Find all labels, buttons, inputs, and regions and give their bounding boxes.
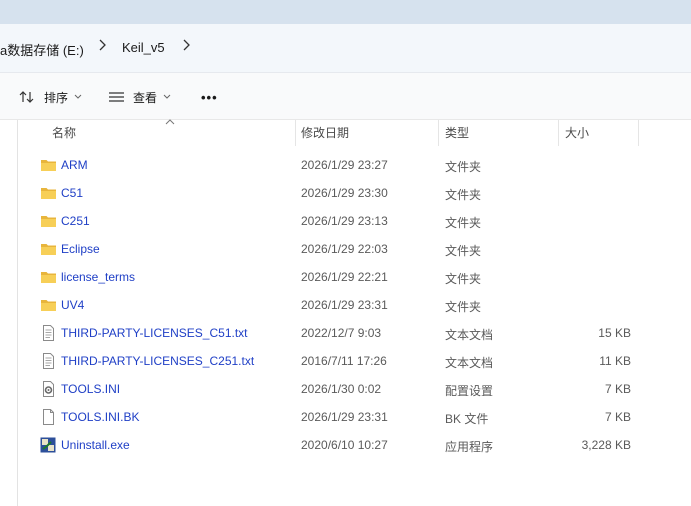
breadcrumb-item-folder[interactable]: Keil_v5 [122,40,165,55]
folder-icon [40,157,57,173]
folder-icon [40,297,57,313]
command-bar: 排序 查看 ••• [0,73,691,120]
chevron-down-icon [74,94,82,99]
file-size: 15 KB [598,326,631,340]
sort-button[interactable]: 排序 [18,85,83,109]
file-type: 文件夹 [445,272,482,286]
file-modified-date: 2026/1/29 23:31 [301,410,388,424]
column-header-type[interactable]: 类型 [445,120,469,146]
address-bar[interactable]: a数据存储 (E:) Keil_v5 [0,24,691,73]
blank-file-icon [40,409,57,425]
file-name[interactable]: UV4 [61,298,84,312]
column-header-modified[interactable]: 修改日期 [301,120,349,146]
folder-icon [40,213,57,229]
window-title-strip [0,0,691,24]
column-header-name[interactable]: 名称 [52,120,76,146]
folder-icon [40,241,57,257]
file-type: 文本文档 [445,328,494,342]
list-view-icon [109,92,124,102]
more-options-button[interactable]: ••• [201,85,218,109]
file-modified-date: 2026/1/30 0:02 [301,382,382,396]
folder-icon [40,185,57,201]
sort-label: 排序 [44,90,69,105]
file-row[interactable]: C251 2026/1/29 23:13 文件夹 [19,207,691,235]
file-type: 应用程序 [445,440,494,454]
file-modified-date: 2026/1/29 23:31 [301,298,388,312]
exe-app-icon [40,437,57,453]
file-list: 名称 修改日期 类型 大小 ARM 2026/1/29 23:27 文件夹 C51 20… [19,119,691,506]
file-name[interactable]: Uninstall.exe [61,438,130,452]
file-row[interactable]: THIRD-PARTY-LICENSES_C51.txt 2022/12/7 9:… [19,319,691,347]
breadcrumb-item-drive[interactable]: a数据存储 (E:) [0,40,84,59]
column-divider[interactable] [438,120,439,146]
file-type: 文件夹 [445,300,482,314]
file-name[interactable]: TOOLS.INI.BK [61,410,139,424]
file-modified-date: 2026/1/29 22:03 [301,242,388,256]
file-row[interactable]: TOOLS.INI.BK 2026/1/29 23:31 BK 文件 7 KB [19,403,691,431]
file-type: 文件夹 [445,216,482,230]
file-type: 文件夹 [445,188,482,202]
file-row[interactable]: license_terms 2026/1/29 22:21 文件夹 [19,263,691,291]
file-row[interactable]: UV4 2026/1/29 23:31 文件夹 [19,291,691,319]
view-label: 查看 [133,90,158,105]
settings-file-icon [40,381,57,397]
column-divider[interactable] [638,120,639,146]
file-row[interactable]: THIRD-PARTY-LICENSES_C251.txt 2016/7/11 1… [19,347,691,375]
chevron-down-icon [163,94,171,99]
view-button[interactable]: 查看 [108,85,172,109]
file-type: 文件夹 [445,244,482,258]
file-row[interactable]: C51 2026/1/29 23:30 文件夹 [19,179,691,207]
folder-icon [40,269,57,285]
file-size: 3,228 KB [581,438,631,452]
file-modified-date: 2022/12/7 9:03 [301,326,382,340]
file-size: 11 KB [599,354,631,368]
file-name[interactable]: THIRD-PARTY-LICENSES_C251.txt [61,354,254,368]
file-modified-date: 2020/6/10 10:27 [301,438,388,452]
file-size: 7 KB [604,382,631,396]
file-name[interactable]: Eclipse [61,242,100,256]
file-type: 配置设置 [445,384,494,398]
column-divider[interactable] [295,120,296,146]
file-type: 文本文档 [445,356,494,370]
file-row[interactable]: TOOLS.INI 2026/1/30 0:02 配置设置 7 KB [19,375,691,403]
file-name[interactable]: C51 [61,186,83,200]
file-name[interactable]: license_terms [61,270,135,284]
sort-ascending-caret-icon [165,119,175,125]
file-modified-date: 2016/7/11 17:26 [301,354,387,368]
file-modified-date: 2026/1/29 23:30 [301,186,388,200]
file-name[interactable]: TOOLS.INI [61,382,120,396]
file-row[interactable]: ARM 2026/1/29 23:27 文件夹 [19,151,691,179]
file-row[interactable]: Eclipse 2026/1/29 22:03 文件夹 [19,235,691,263]
text-file-icon [40,325,57,341]
file-name[interactable]: ARM [61,158,88,172]
file-type: 文件夹 [445,160,482,174]
file-type: BK 文件 [445,412,489,426]
column-header-size[interactable]: 大小 [565,120,589,146]
chevron-right-icon[interactable] [97,38,107,52]
file-modified-date: 2026/1/29 22:21 [301,270,388,284]
file-size: 7 KB [604,410,631,424]
file-name[interactable]: THIRD-PARTY-LICENSES_C51.txt [61,326,248,340]
file-name[interactable]: C251 [61,214,90,228]
chevron-right-icon[interactable] [181,38,191,52]
file-modified-date: 2026/1/29 23:13 [301,214,388,228]
file-modified-date: 2026/1/29 23:27 [301,158,388,172]
text-file-icon [40,353,57,369]
sort-arrows-icon [19,91,34,103]
column-divider[interactable] [558,120,559,146]
navigation-pane-edge [0,120,18,506]
file-row[interactable]: Uninstall.exe 2020/6/10 10:27 应用程序 3,228 KB [19,431,691,459]
more-options-icon: ••• [201,89,218,105]
